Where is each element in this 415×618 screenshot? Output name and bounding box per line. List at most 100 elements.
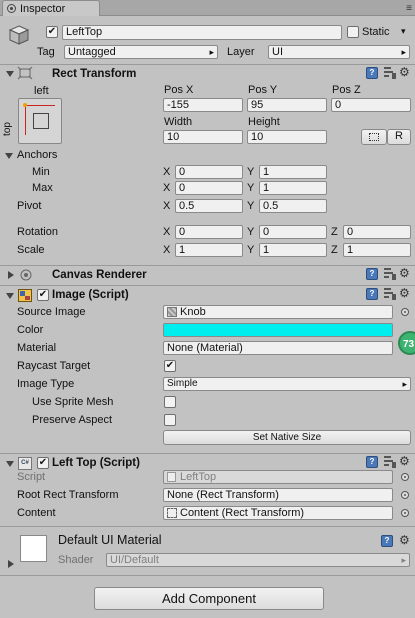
pos-z-input[interactable]: 0 (331, 98, 411, 112)
pivot-y-input[interactable]: 0.5 (259, 199, 327, 213)
gameobject-name-input[interactable]: LeftTop (62, 25, 342, 40)
pos-y-input[interactable]: 95 (247, 98, 327, 112)
object-picker-icon[interactable] (401, 308, 409, 316)
pivot-x-input[interactable]: 0.5 (175, 199, 243, 213)
layer-dropdown[interactable]: UI (268, 45, 410, 59)
preset-icon[interactable] (384, 288, 396, 300)
material-field[interactable]: None (Material) (163, 341, 393, 355)
left-top-enabled-checkbox[interactable]: ✔ (37, 457, 49, 469)
root-rect-transform-field[interactable]: None (Rect Transform) (163, 488, 393, 502)
static-label: Static (362, 26, 390, 38)
use-sprite-mesh-checkbox[interactable] (164, 396, 176, 408)
help-icon[interactable]: ? (366, 288, 378, 300)
material-fold-icon[interactable] (8, 560, 14, 568)
gear-icon[interactable]: ⚙ (399, 267, 410, 279)
help-icon[interactable]: ? (366, 456, 378, 468)
rot-x-input[interactable]: 0 (175, 225, 243, 239)
height-label: Height (248, 116, 280, 128)
raw-edit-button[interactable]: R (387, 129, 411, 145)
anchor-preset-dot (23, 103, 27, 107)
notification-badge[interactable]: 73 (398, 331, 415, 355)
max-x-axis: X (163, 182, 171, 194)
scale-x-axis: X (163, 244, 171, 256)
scale-y-input[interactable]: 1 (259, 243, 327, 257)
source-image-label: Source Image (17, 306, 86, 318)
max-y-input[interactable]: 1 (259, 181, 327, 195)
csharp-script-badge: C# (21, 460, 29, 466)
content-field[interactable]: Content (Rect Transform) (163, 506, 393, 520)
script-value: LeftTop (180, 471, 217, 483)
anchors-fold-icon[interactable] (5, 153, 13, 159)
inspector-icon (7, 4, 16, 13)
inspector-tab-label: Inspector (20, 2, 66, 15)
max-x-input[interactable]: 0 (175, 181, 243, 195)
script-file-icon (167, 472, 176, 482)
height-input[interactable]: 10 (247, 130, 327, 144)
help-icon[interactable]: ? (366, 67, 378, 79)
script-field: LeftTop (163, 470, 393, 484)
max-label: Max (32, 182, 53, 194)
preserve-aspect-checkbox[interactable] (164, 414, 176, 426)
window-menu-icon[interactable]: ≡ (406, 3, 412, 14)
object-picker-icon[interactable] (401, 509, 409, 517)
pivot-label: Pivot (17, 200, 42, 212)
scale-x-input[interactable]: 1 (175, 243, 243, 257)
inspector-tab[interactable]: Inspector (2, 0, 100, 16)
scale-z-input[interactable]: 1 (343, 243, 411, 257)
preset-icon[interactable] (384, 268, 396, 280)
static-checkbox[interactable] (347, 26, 359, 38)
pos-x-input[interactable]: -155 (163, 98, 243, 112)
image-type-dropdown[interactable]: Simple (163, 377, 411, 391)
gear-icon[interactable]: ⚙ (399, 287, 410, 299)
scale-label: Scale (17, 244, 45, 256)
pivot-x-axis: X (163, 200, 171, 212)
active-checkbox[interactable]: ✔ (46, 26, 58, 38)
rect-transform-icon (17, 66, 33, 80)
shader-dropdown: UI/Default (106, 553, 410, 567)
preserve-aspect-label: Preserve Aspect (32, 414, 113, 426)
preset-icon[interactable] (384, 67, 396, 79)
canvas-renderer-fold-icon[interactable] (8, 271, 14, 279)
content-value: Content (Rect Transform) (180, 507, 305, 519)
set-native-size-button[interactable]: Set Native Size (163, 430, 411, 445)
material-preview-thumbnail[interactable] (20, 535, 47, 562)
scale-y-axis: Y (247, 244, 255, 256)
object-picker-icon[interactable] (401, 491, 409, 499)
help-icon[interactable]: ? (381, 535, 393, 547)
width-input[interactable]: 10 (163, 130, 243, 144)
rot-z-input[interactable]: 0 (343, 225, 411, 239)
preset-icon[interactable] (384, 456, 396, 468)
min-y-input[interactable]: 1 (259, 165, 327, 179)
gear-icon[interactable]: ⚙ (399, 534, 410, 546)
rotation-label: Rotation (17, 226, 58, 238)
pivot-y-axis: Y (247, 200, 255, 212)
color-label: Color (17, 324, 44, 336)
gameobject-cube-icon (8, 24, 30, 46)
use-sprite-mesh-label: Use Sprite Mesh (32, 396, 114, 408)
tag-dropdown[interactable]: Untagged (64, 45, 218, 59)
min-y-axis: Y (247, 166, 255, 178)
image-enabled-checkbox[interactable]: ✔ (37, 289, 49, 301)
rot-y-input[interactable]: 0 (259, 225, 327, 239)
raycast-target-label: Raycast Target (17, 360, 91, 372)
add-component-button[interactable]: Add Component (94, 587, 324, 610)
gear-icon[interactable]: ⚙ (399, 66, 410, 78)
gear-icon[interactable]: ⚙ (399, 455, 410, 467)
left-top-fold-icon[interactable] (6, 461, 14, 467)
object-picker-icon[interactable] (401, 473, 409, 481)
help-icon[interactable]: ? (366, 268, 378, 280)
static-dropdown-icon[interactable]: ▾ (401, 26, 406, 37)
script-label: Script (17, 471, 46, 483)
blueprint-mode-button[interactable] (361, 129, 387, 145)
anchor-preset-button[interactable] (18, 98, 62, 144)
raycast-target-checkbox[interactable]: ✔ (164, 360, 176, 372)
canvas-renderer-title: Canvas Renderer (52, 269, 147, 281)
min-x-input[interactable]: 0 (175, 165, 243, 179)
min-label: Min (32, 166, 50, 178)
pos-x-label: Pos X (164, 84, 194, 96)
rect-transform-fold-icon[interactable] (6, 71, 14, 77)
blueprint-icon (369, 133, 379, 141)
color-swatch[interactable] (163, 323, 393, 337)
image-fold-icon[interactable] (6, 293, 14, 299)
source-image-field[interactable]: Knob (163, 305, 393, 319)
